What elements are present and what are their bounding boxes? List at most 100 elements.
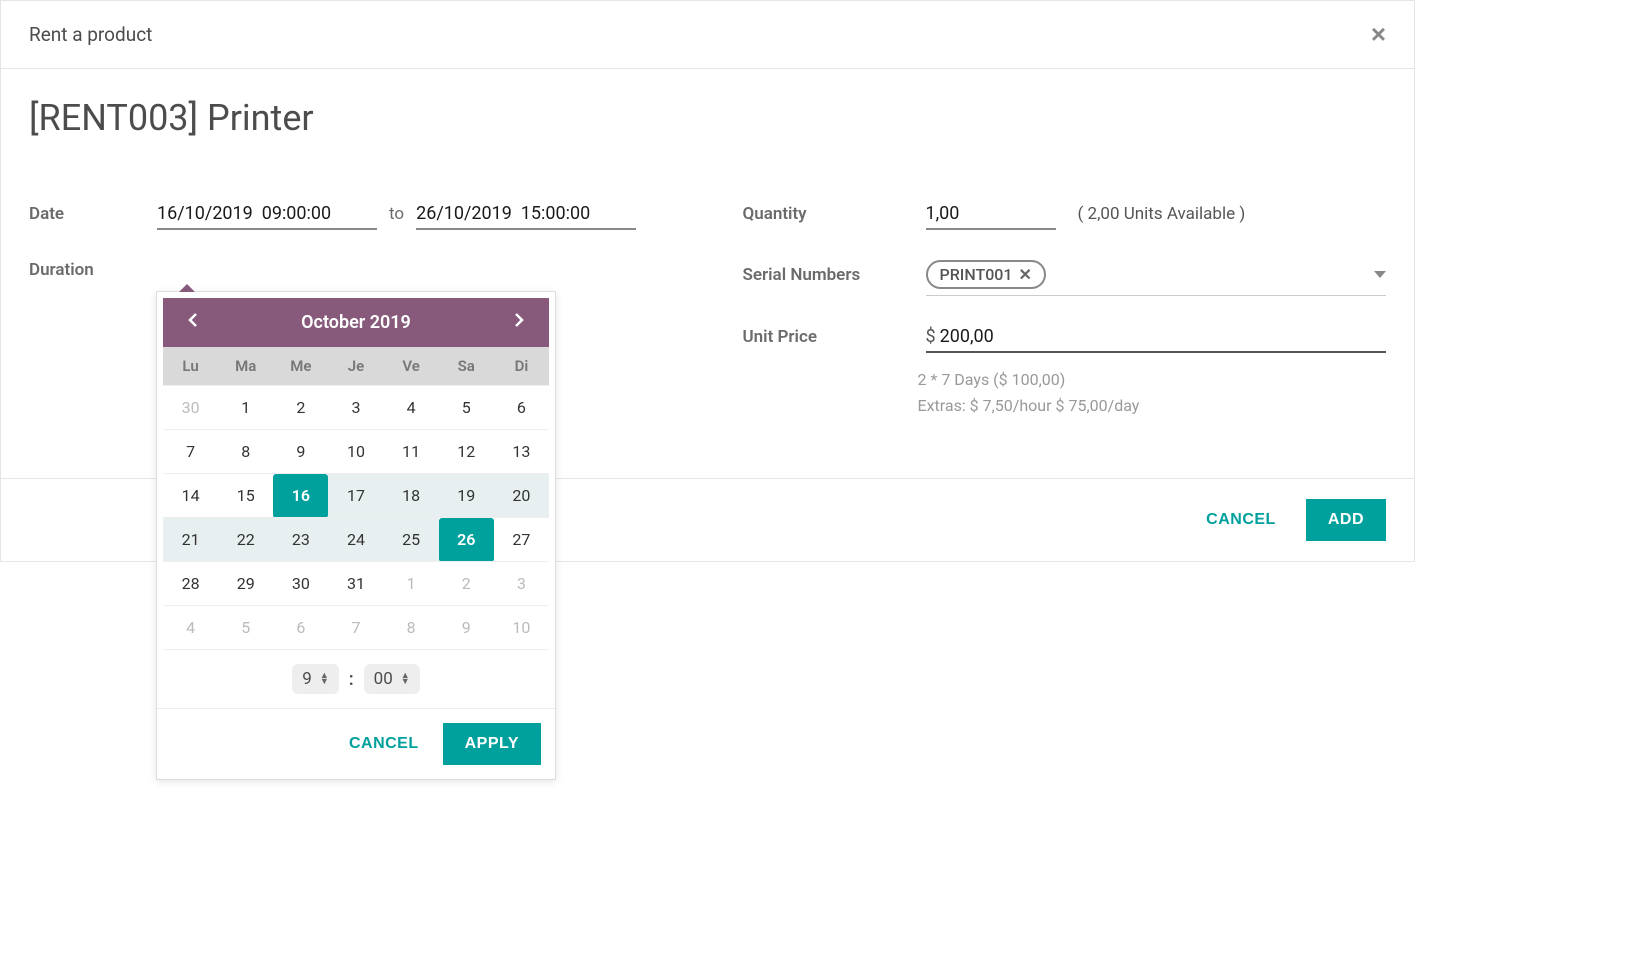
dow-header: Me	[273, 347, 328, 386]
calendar-day[interactable]: 9	[273, 430, 328, 474]
price-hint-line2: Extras: $ 7,50/hour $ 75,00/day	[918, 393, 1387, 419]
quantity-label: Quantity	[743, 204, 918, 224]
quantity-input[interactable]	[926, 199, 1056, 230]
unit-price-row: Unit Price $ 2 * 7 Days ($ 100,00) Extra…	[743, 326, 1387, 418]
datepicker-month-label[interactable]: October 2019	[301, 312, 411, 333]
price-hint: 2 * 7 Days ($ 100,00) Extras: $ 7,50/hou…	[743, 367, 1387, 418]
dropdown-caret-icon[interactable]	[1374, 271, 1386, 278]
date-to-input[interactable]	[416, 199, 636, 230]
datepicker-table: LuMaMeJeVeSaDi 3012345678910111213141516…	[163, 347, 549, 649]
calendar-day[interactable]: 26	[439, 518, 494, 562]
calendar-day[interactable]: 14	[163, 474, 218, 518]
calendar-day[interactable]: 5	[218, 606, 273, 650]
calendar-day[interactable]: 21	[163, 518, 218, 562]
calendar-day[interactable]: 10	[494, 606, 549, 650]
calendar-day[interactable]: 4	[163, 606, 218, 650]
quantity-available: ( 2,00 Units Available )	[1078, 204, 1246, 224]
calendar-day[interactable]: 20	[494, 474, 549, 518]
hour-selector[interactable]: 9 ▲▼	[292, 664, 338, 694]
unit-price-input[interactable]	[940, 326, 1386, 347]
calendar-day[interactable]: 28	[163, 562, 218, 606]
calendar-day[interactable]: 6	[273, 606, 328, 650]
calendar-day[interactable]: 30	[273, 562, 328, 606]
currency-symbol: $	[926, 326, 936, 347]
close-button[interactable]: ×	[1371, 19, 1386, 50]
calendar-day[interactable]: 5	[439, 386, 494, 430]
calendar-day[interactable]: 18	[384, 474, 439, 518]
datepicker-time: 9 ▲▼ : 00 ▲▼	[163, 649, 549, 708]
price-wrapper: $	[926, 326, 1387, 353]
serial-tag-text: PRINT001	[940, 265, 1013, 284]
serial-row-wrapper: Serial Numbers PRINT001 ✕	[743, 260, 1387, 296]
serial-tag-remove-icon[interactable]: ✕	[1018, 265, 1031, 284]
datepicker-header: October 2019	[163, 298, 549, 347]
product-title: [RENT003] Printer	[29, 97, 1386, 139]
calendar-day[interactable]: 15	[218, 474, 273, 518]
dow-header: Lu	[163, 347, 218, 386]
calendar-day[interactable]: 3	[494, 562, 549, 606]
modal-title: Rent a product	[29, 23, 152, 46]
calendar-day[interactable]: 7	[163, 430, 218, 474]
cancel-button[interactable]: CANCEL	[1196, 499, 1286, 541]
hour-value: 9	[302, 669, 312, 689]
price-hint-line1: 2 * 7 Days ($ 100,00)	[918, 367, 1387, 393]
calendar-day[interactable]: 2	[273, 386, 328, 430]
add-button[interactable]: ADD	[1306, 499, 1386, 541]
chevron-left-icon	[187, 312, 199, 328]
unit-price-label: Unit Price	[743, 327, 918, 347]
calendar-day[interactable]: 29	[218, 562, 273, 606]
dow-header: Ve	[384, 347, 439, 386]
calendar-day[interactable]: 27	[494, 518, 549, 562]
calendar-day[interactable]: 10	[328, 430, 383, 474]
modal-header: Rent a product ×	[1, 1, 1414, 69]
calendar-day[interactable]: 25	[384, 518, 439, 562]
calendar-day[interactable]: 4	[384, 386, 439, 430]
calendar-day[interactable]: 9	[439, 606, 494, 650]
calendar-day[interactable]: 16	[273, 474, 328, 518]
date-label: Date	[29, 204, 149, 224]
dow-header: Ma	[218, 347, 273, 386]
calendar-day[interactable]: 17	[328, 474, 383, 518]
calendar-day[interactable]: 2	[439, 562, 494, 606]
minute-selector[interactable]: 00 ▲▼	[364, 664, 420, 694]
calendar-day[interactable]: 8	[384, 606, 439, 650]
next-month-button[interactable]	[505, 308, 533, 337]
form-col-right: Quantity ( 2,00 Units Available ) Serial…	[743, 199, 1387, 418]
calendar-day[interactable]: 22	[218, 518, 273, 562]
calendar-day[interactable]: 30	[163, 386, 218, 430]
time-colon: :	[349, 669, 354, 690]
duration-row: Duration	[29, 260, 673, 280]
calendar-day[interactable]: 6	[494, 386, 549, 430]
calendar-day[interactable]: 19	[439, 474, 494, 518]
calendar-day[interactable]: 13	[494, 430, 549, 474]
calendar-day[interactable]: 23	[273, 518, 328, 562]
calendar-day[interactable]: 3	[328, 386, 383, 430]
datepicker-footer: CANCEL APPLY	[157, 708, 555, 779]
calendar-day[interactable]: 12	[439, 430, 494, 474]
date-to-label: to	[389, 204, 404, 224]
dow-header: Sa	[439, 347, 494, 386]
calendar-day[interactable]: 11	[384, 430, 439, 474]
calendar-day[interactable]: 1	[218, 386, 273, 430]
datepicker-popup: October 2019 LuMaMeJeVeSaDi 301234567891…	[156, 291, 556, 780]
calendar-day[interactable]: 24	[328, 518, 383, 562]
minute-spinner-icon: ▲▼	[401, 673, 410, 685]
serial-numbers-field[interactable]: PRINT001 ✕	[926, 260, 1387, 296]
date-from-input[interactable]	[157, 199, 377, 230]
prev-month-button[interactable]	[179, 308, 207, 337]
calendar-day[interactable]: 31	[328, 562, 383, 606]
calendar-day[interactable]: 8	[218, 430, 273, 474]
calendar-day[interactable]: 7	[328, 606, 383, 650]
dow-header: Di	[494, 347, 549, 386]
date-row: Date to	[29, 199, 673, 230]
datepicker-cancel-button[interactable]: CANCEL	[339, 723, 429, 765]
rent-product-modal: Rent a product × [RENT003] Printer Date …	[0, 0, 1415, 562]
serial-label: Serial Numbers	[743, 265, 918, 285]
quantity-row: Quantity ( 2,00 Units Available )	[743, 199, 1387, 230]
chevron-right-icon	[513, 312, 525, 328]
datepicker-apply-button[interactable]: APPLY	[443, 723, 541, 765]
hour-spinner-icon: ▲▼	[320, 673, 329, 685]
minute-value: 00	[374, 669, 393, 689]
date-inputs: to	[157, 199, 636, 230]
calendar-day[interactable]: 1	[384, 562, 439, 606]
